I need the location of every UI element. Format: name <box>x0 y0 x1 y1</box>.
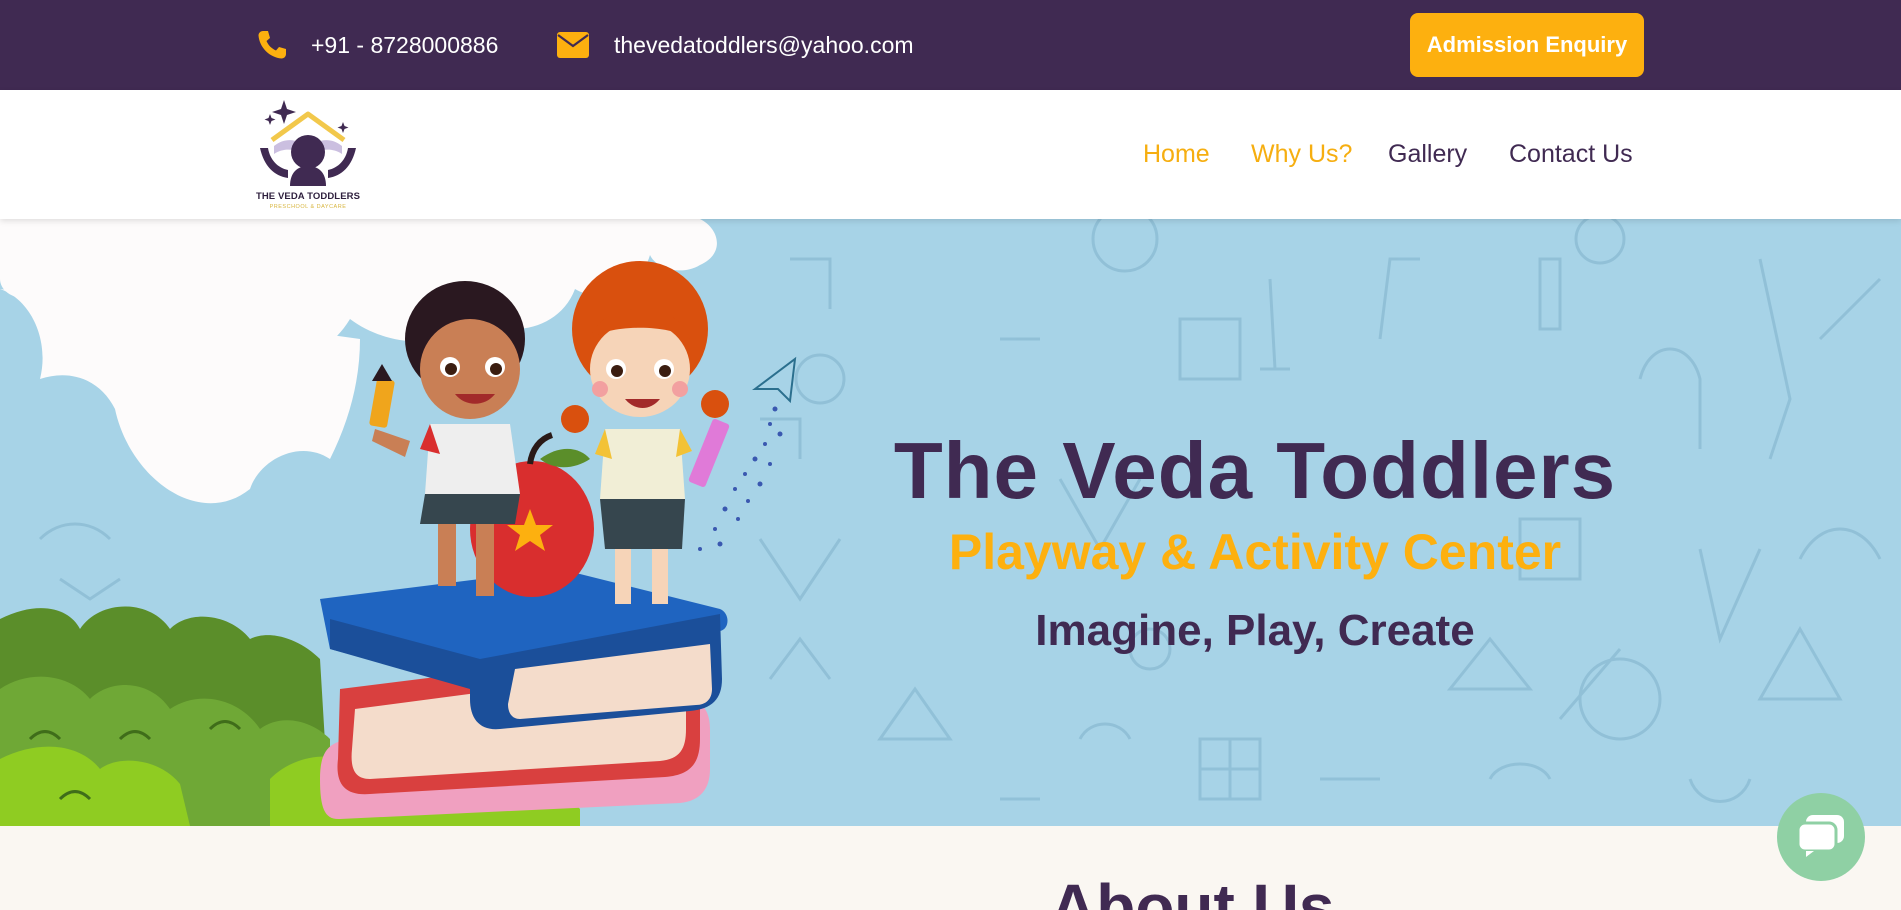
logo-name: THE VEDA TODDLERS <box>255 191 361 202</box>
phone-icon <box>255 28 289 62</box>
chat-icon <box>1796 813 1846 862</box>
top-bar: +91 - 8728000886 thevedatoddlers@yahoo.c… <box>0 0 1901 90</box>
about-section: About Us <box>0 826 1901 910</box>
hero-banner: The Veda Toddlers Playway & Activity Cen… <box>0 219 1901 826</box>
admission-enquiry-button[interactable]: Admission Enquiry <box>1410 13 1644 77</box>
nav-why-us[interactable]: Why Us? <box>1251 90 1352 219</box>
nav-contact-us[interactable]: Contact Us <box>1509 90 1633 219</box>
hero-tagline: Imagine, Play, Create <box>1035 606 1475 655</box>
about-title: About Us <box>1050 871 1335 910</box>
site-logo[interactable]: THE VEDA TODDLERS PRESCHOOL & DAYCARE <box>252 96 364 214</box>
hero-title: The Veda Toddlers <box>893 426 1617 515</box>
email-address: thevedatoddlers@yahoo.com <box>614 31 914 58</box>
email-contact[interactable]: thevedatoddlers@yahoo.com <box>556 0 914 90</box>
hero-subtitle: Playway & Activity Center <box>948 524 1562 580</box>
phone-contact[interactable]: +91 - 8728000886 <box>255 0 498 90</box>
envelope-icon <box>556 28 590 62</box>
logo-tagline: PRESCHOOL & DAYCARE <box>269 204 347 210</box>
nav-gallery[interactable]: Gallery <box>1388 90 1467 219</box>
chat-button[interactable] <box>1777 793 1865 881</box>
nav-home[interactable]: Home <box>1143 90 1210 219</box>
phone-number: +91 - 8728000886 <box>311 31 499 58</box>
logo-emblem-icon <box>260 100 356 186</box>
site-header: THE VEDA TODDLERS PRESCHOOL & DAYCARE Ho… <box>0 90 1901 219</box>
